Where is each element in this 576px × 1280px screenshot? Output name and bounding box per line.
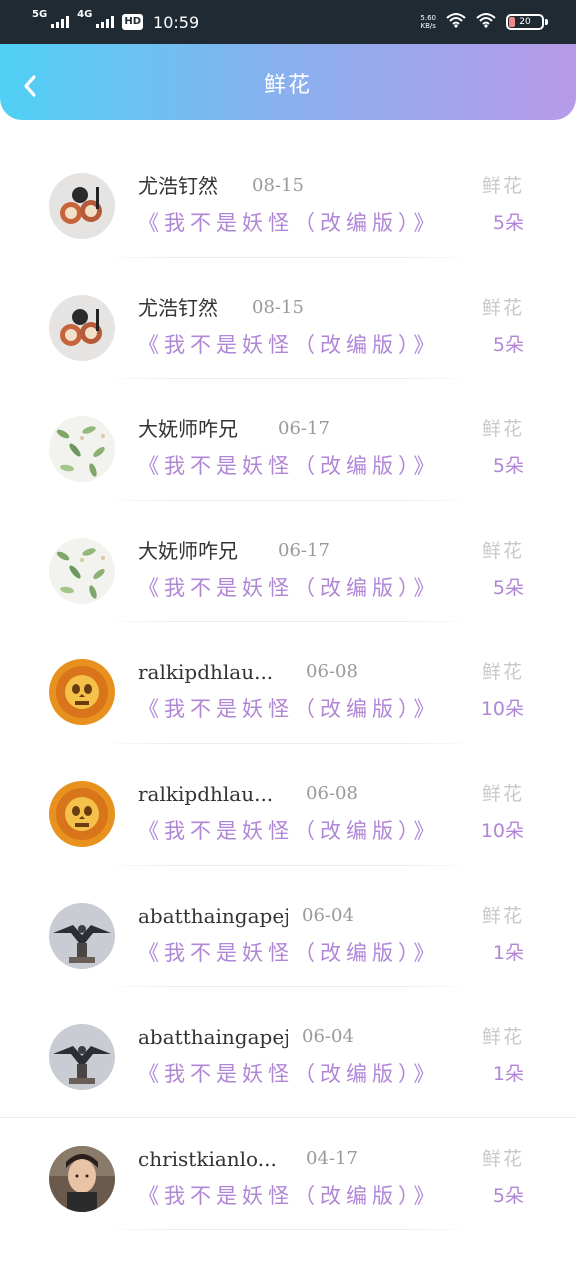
list-item[interactable]: ralkipdhlau... 06-08 《我不是妖怪（改编版）》 鲜花 10朵 [0,632,576,754]
gift-type: 鲜花 [481,904,524,927]
list-item[interactable]: 大妩师咋兄 06-17 《我不是妖怪（改编版）》 鲜花 5朵 [0,389,576,511]
gift-count: 10朵 [480,698,524,721]
row-divider [100,378,476,380]
sender-name: ralkipdhlau... [138,781,274,806]
work-title[interactable]: 《我不是妖怪（改编版）》 [138,938,440,968]
gift-count: 5朵 [492,333,524,356]
avatar[interactable] [49,659,115,726]
wifi-hotspot-icon [446,12,466,32]
wifi-icon [476,12,496,32]
signal-5g-icon: 5G [32,9,70,28]
gift-count: 5朵 [492,1184,524,1207]
list-item[interactable]: 大妩师咋兄 06-17 《我不是妖怪（改编版）》 鲜花 5朵 [0,511,576,633]
row-divider [100,864,476,866]
sender-name: christkianlo... [138,1146,277,1171]
row-divider [100,256,476,258]
battery-icon: 20 [506,14,548,30]
send-date: 06-17 [278,539,330,561]
gift-type: 鲜花 [481,782,524,805]
gift-type: 鲜花 [481,296,524,319]
send-date: 04-17 [306,1147,358,1169]
work-title[interactable]: 《我不是妖怪（改编版）》 [138,451,440,481]
avatar[interactable] [49,1024,115,1091]
work-title[interactable]: 《我不是妖怪（改编版）》 [138,330,440,360]
gift-count: 5朵 [492,576,524,599]
signal-4g-icon: 4G [77,9,115,28]
list-item[interactable]: ralkipdhlau... 06-08 《我不是妖怪（改编版）》 鲜花 10朵 [0,754,576,876]
sender-name: 大妩师咋兄 [138,538,238,563]
avatar[interactable] [49,294,115,361]
send-date: 06-04 [302,904,354,926]
gift-count: 1朵 [492,1063,524,1086]
list-item[interactable]: christkianlo... 04-17 《我不是妖怪（改编版）》 鲜花 5朵 [0,1119,576,1241]
work-title[interactable]: 《我不是妖怪（改编版）》 [138,573,440,603]
signal2-label: 4G [77,9,93,20]
send-date: 08-15 [252,175,304,196]
avatar[interactable] [49,1145,115,1212]
page-title: 鲜花 [263,73,312,98]
hd-badge: HD [122,14,144,30]
flower-record-list: 尤浩钉然 08-15 《我不是妖怪（改编版）》 鲜花 5朵 尤浩钉然 08-15… [0,146,576,1240]
gift-type: 鲜花 [481,418,524,441]
gift-count: 5朵 [492,212,524,234]
work-title[interactable]: 《我不是妖怪（改编版）》 [138,1181,440,1211]
avatar[interactable] [49,902,115,969]
signal1-label: 5G [32,9,48,20]
row-divider [0,1116,576,1118]
gift-type: 鲜花 [481,1147,524,1170]
gift-count: 1朵 [492,941,524,964]
list-item[interactable]: 尤浩钉然 08-15 《我不是妖怪（改编版）》 鲜花 5朵 [0,268,576,390]
avatar[interactable] [49,173,115,239]
list-item[interactable]: 尤浩钉然 08-15 《我不是妖怪（改编版）》 鲜花 5朵 [0,146,576,268]
clock: 10:59 [153,12,200,32]
sender-name: ralkipdhlau... [138,660,274,685]
list-item[interactable]: abatthaingapej 06-04 《我不是妖怪（改编版）》 鲜花 1朵 [0,997,576,1119]
app-header: 5G 4G HD 10:59 5.60 KB/s 20 鲜花 [0,0,576,120]
send-date: 06-04 [302,1026,354,1048]
status-bar: 5G 4G HD 10:59 5.60 KB/s 20 [0,0,576,44]
send-date: 06-08 [306,782,358,804]
row-divider [100,1229,476,1231]
status-left: 5G 4G HD 10:59 [32,9,200,34]
send-date: 06-17 [278,418,330,440]
avatar[interactable] [49,416,115,483]
send-date: 08-15 [252,296,304,318]
gift-type: 鲜花 [481,1026,524,1049]
work-title[interactable]: 《我不是妖怪（改编版）》 [138,816,440,846]
avatar[interactable] [49,780,115,847]
gift-count: 10朵 [480,819,524,842]
work-title[interactable]: 《我不是妖怪（改编版）》 [138,1059,440,1089]
sender-name: abatthaingapej [138,1025,288,1050]
net-speed: 5.60 KB/s [420,14,436,30]
send-date: 06-08 [306,661,358,683]
row-divider [100,986,476,988]
gift-count: 5朵 [492,455,524,478]
work-title[interactable]: 《我不是妖怪（改编版）》 [138,208,440,238]
net-speed-value: 5.60 [420,14,436,22]
sender-name: 大妩师咋兄 [138,417,238,442]
row-divider [100,499,476,501]
sender-name: abatthaingapej [138,903,288,928]
gift-type: 鲜花 [481,175,524,197]
battery-percent: 20 [519,17,531,27]
gift-type: 鲜花 [481,539,524,562]
row-divider [100,621,476,623]
work-title[interactable]: 《我不是妖怪（改编版）》 [138,694,440,724]
list-item[interactable]: abatthaingapej 06-04 《我不是妖怪（改编版）》 鲜花 1朵 [0,876,576,998]
avatar[interactable] [49,537,115,604]
gift-type: 鲜花 [481,661,524,684]
row-divider [100,742,476,744]
net-speed-unit: KB/s [420,22,436,30]
status-right: 5.60 KB/s 20 [420,12,548,32]
